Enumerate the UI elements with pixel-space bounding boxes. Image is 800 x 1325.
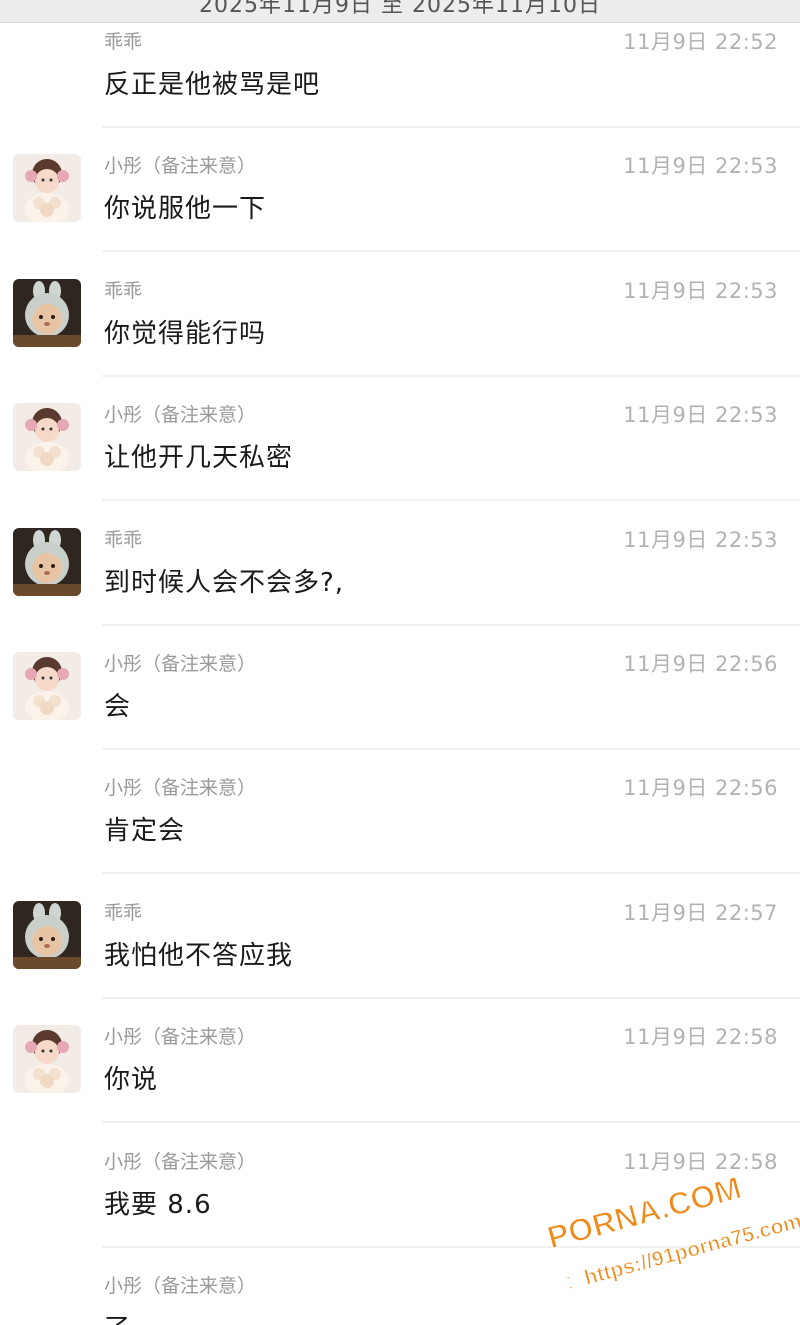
message-time: 11月9日 22:56	[623, 652, 778, 676]
message-sender: 小彤（备注来意）	[104, 653, 257, 675]
message-time: 11月9日 22:53	[623, 403, 778, 428]
message-sender: 小彤（备注来意）	[104, 1150, 257, 1173]
message-text: 你说	[104, 1065, 159, 1096]
message-text: 你觉得能行吗	[104, 318, 267, 349]
message-time: 11月9日 22:53	[623, 278, 778, 303]
chat-message[interactable]: 乖乖 11月9日 22:52 反正是他被骂是吧	[0, 4, 800, 128]
chat-message[interactable]: 小彤（备注来意） 11月9日 22:58 我要 8.6	[0, 1124, 800, 1248]
message-sender: 小彤（备注来意）	[104, 404, 257, 427]
message-sender: 小彤（备注来意）	[104, 155, 257, 178]
message-text: 我怕他不答应我	[104, 940, 294, 971]
avatar-bunny-icon[interactable]	[13, 527, 81, 596]
message-text: 到时候人会不会多?,	[104, 567, 345, 598]
message-text: 会	[104, 692, 132, 722]
message-time: 11月9日 22:56	[623, 776, 778, 801]
message-text: 让他开几天私密	[104, 443, 294, 474]
chat-message[interactable]: 小彤（备注来意） 了	[0, 1248, 800, 1325]
chat-message[interactable]: 小彤（备注来意） 11月9日 22:56 肯定会	[0, 750, 800, 875]
message-sender: 小彤（备注来意）	[104, 1275, 257, 1297]
message-time: 11月9日 22:58	[623, 1149, 778, 1174]
message-text: 反正是他被骂是吧	[104, 70, 321, 100]
message-sender: 小彤（备注来意）	[104, 1026, 257, 1049]
message-sender: 乖乖	[104, 31, 143, 53]
avatar-girl-icon[interactable]	[13, 1025, 81, 1094]
chat-message[interactable]: 小彤（备注来意） 11月9日 22:53 让他开几天私密	[0, 377, 800, 502]
avatar-girl-icon[interactable]	[13, 652, 81, 720]
chat-history-page: 2025年11月9日 至 2025年11月10日 乖乖 11月9日 22:52 反正…	[0, 0, 800, 1325]
message-sender: 乖乖	[104, 528, 143, 551]
message-text: 我要 8.6	[104, 1189, 212, 1220]
chat-message[interactable]: 小彤（备注来意） 11月9日 22:58 你说	[0, 999, 800, 1124]
chat-message[interactable]: 乖乖 11月9日 22:57 我怕他不答应我	[0, 875, 800, 999]
avatar-bunny-icon[interactable]	[13, 278, 81, 347]
avatar-girl-icon[interactable]	[13, 154, 81, 223]
avatar-girl-icon[interactable]	[13, 403, 81, 472]
message-sender: 乖乖	[104, 901, 143, 924]
message-text: 了	[104, 1308, 131, 1325]
message-time: 11月9日 22:53	[623, 527, 778, 552]
message-text: 你说服他一下	[104, 194, 267, 225]
message-sender: 乖乖	[104, 279, 143, 302]
message-time: 11月9日 22:52	[623, 30, 778, 54]
message-time: 11月9日 22:58	[623, 1025, 778, 1050]
chat-message[interactable]: 小彤（备注来意） 11月9日 22:56 会	[0, 626, 800, 750]
message-time: 11月9日 22:53	[623, 154, 778, 179]
avatar-bunny-icon[interactable]	[13, 900, 81, 969]
message-text: 肯定会	[104, 816, 186, 847]
chat-message[interactable]: 乖乖 11月9日 22:53 到时候人会不会多?,	[0, 502, 800, 626]
message-sender: 小彤（备注来意）	[104, 777, 257, 800]
chat-message[interactable]: 乖乖 11月9日 22:53 你觉得能行吗	[0, 253, 800, 377]
message-time: 11月9日 22:57	[623, 900, 778, 925]
chat-message[interactable]: 小彤（备注来意） 11月9日 22:53 你说服他一下	[0, 128, 800, 253]
